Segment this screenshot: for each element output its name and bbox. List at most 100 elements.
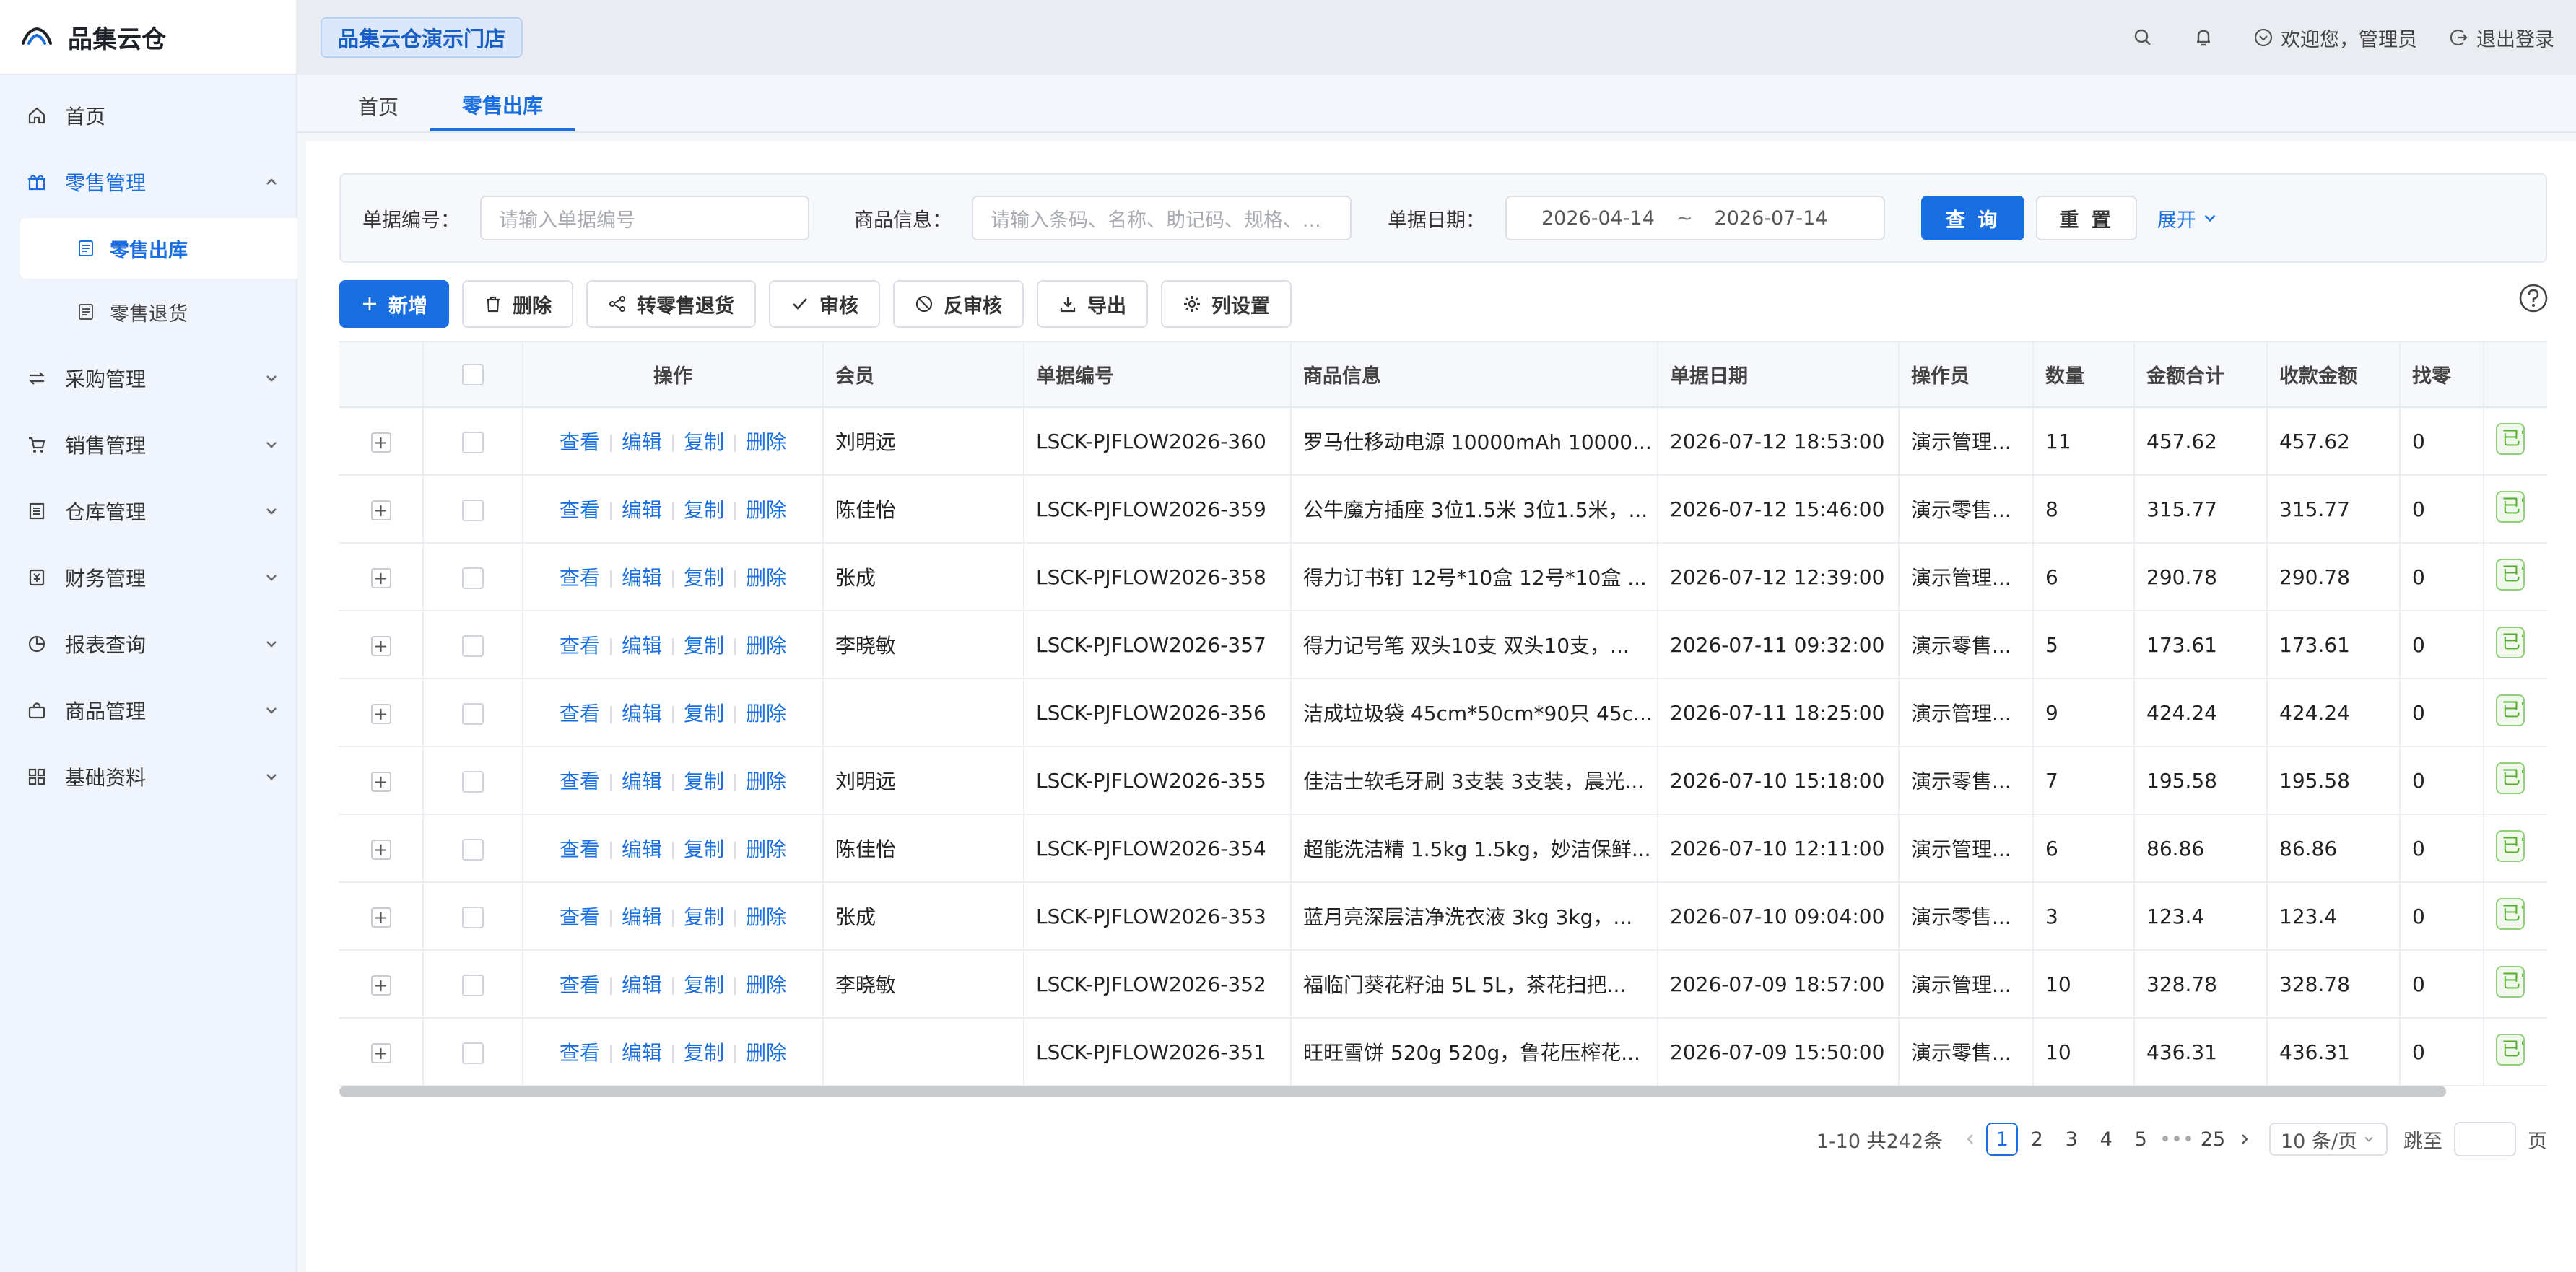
- search-button[interactable]: [2132, 27, 2161, 48]
- column-header[interactable]: 单据编号: [1024, 342, 1292, 408]
- sidebar-item-retail[interactable]: 零售管理: [0, 149, 296, 215]
- table-row[interactable]: + 查看 编辑 复制 删除 LSCK-PJFLOW2026-356 洁成垃圾袋 45cm*5…: [339, 679, 2547, 747]
- table-row[interactable]: + 查看 编辑 复制 删除 陈佳怡 LSCK-PJFLOW2026-354 超能洗洁精 1.5…: [339, 814, 2547, 883]
- export-button[interactable]: 导出: [1037, 280, 1148, 328]
- expand-row-button[interactable]: +: [370, 1042, 391, 1063]
- delete-link[interactable]: 删除: [746, 1041, 786, 1065]
- delete-link[interactable]: 删除: [746, 702, 786, 726]
- view-link[interactable]: 查看: [560, 905, 600, 929]
- column-header[interactable]: 会员: [823, 342, 1024, 408]
- add-button[interactable]: 新增: [339, 280, 449, 328]
- tab-retail-out[interactable]: 零售出库: [430, 81, 575, 131]
- user-menu[interactable]: 欢迎您，管理员: [2253, 24, 2417, 52]
- copy-link[interactable]: 复制: [684, 1041, 724, 1065]
- view-link[interactable]: 查看: [560, 498, 600, 522]
- query-button[interactable]: 查 询: [1921, 196, 2025, 240]
- sidebar-item-warehouse[interactable]: 仓库管理: [0, 478, 296, 544]
- edit-link[interactable]: 编辑: [622, 770, 662, 793]
- table-row[interactable]: + 查看 编辑 复制 删除 李晓敏 LSCK-PJFLOW2026-352 福临门葵花籽油 5…: [339, 950, 2547, 1019]
- page-number[interactable]: 3: [2055, 1123, 2087, 1156]
- copy-link[interactable]: 复制: [684, 430, 724, 454]
- edit-link[interactable]: 编辑: [622, 905, 662, 929]
- tab-home[interactable]: 首页: [326, 81, 430, 131]
- delete-link[interactable]: 删除: [746, 566, 786, 590]
- edit-link[interactable]: 编辑: [622, 430, 662, 454]
- delete-link[interactable]: 删除: [746, 973, 786, 997]
- page-ellipsis[interactable]: •••: [2159, 1123, 2194, 1156]
- delete-link[interactable]: 删除: [746, 905, 786, 929]
- doc-no-input[interactable]: 请输入单据编号: [480, 196, 809, 240]
- row-checkbox[interactable]: [462, 906, 484, 928]
- expand-row-button[interactable]: +: [370, 975, 391, 996]
- copy-link[interactable]: 复制: [684, 973, 724, 997]
- table-row[interactable]: + 查看 编辑 复制 删除 LSCK-PJFLOW2026-351 旺旺雪饼 520g 52…: [339, 1018, 2547, 1086]
- table-row[interactable]: + 查看 编辑 复制 删除 张成 LSCK-PJFLOW2026-353 蓝月亮深层洁净洗衣液…: [339, 882, 2547, 951]
- sidebar-item-finance[interactable]: 财务管理: [0, 544, 296, 611]
- delete-link[interactable]: 删除: [746, 837, 786, 861]
- column-header[interactable]: 找零: [2400, 342, 2484, 408]
- logo[interactable]: 品集云仓: [0, 0, 296, 75]
- delete-link[interactable]: 删除: [746, 634, 786, 658]
- convert-return-button[interactable]: 转零售退货: [586, 280, 756, 328]
- reset-button[interactable]: 重 置: [2036, 196, 2137, 240]
- horizontal-scrollbar[interactable]: [339, 1086, 2446, 1097]
- table-row[interactable]: + 查看 编辑 复制 删除 陈佳怡 LSCK-PJFLOW2026-359 公牛魔方插座 3位…: [339, 475, 2547, 544]
- help-icon[interactable]: [2518, 283, 2549, 313]
- row-checkbox[interactable]: [462, 431, 484, 453]
- row-checkbox[interactable]: [462, 770, 484, 793]
- table-row[interactable]: + 查看 编辑 复制 删除 张成 LSCK-PJFLOW2026-358 得力订书钉 12号*…: [339, 543, 2547, 611]
- delete-button[interactable]: 删除: [462, 280, 573, 328]
- copy-link[interactable]: 复制: [684, 702, 724, 726]
- view-link[interactable]: 查看: [560, 702, 600, 726]
- row-checkbox[interactable]: [462, 635, 484, 657]
- page-number[interactable]: 5: [2125, 1123, 2157, 1156]
- copy-link[interactable]: 复制: [684, 634, 724, 658]
- edit-link[interactable]: 编辑: [622, 702, 662, 726]
- row-checkbox[interactable]: [462, 1042, 484, 1064]
- sidebar-item-products[interactable]: 商品管理: [0, 677, 296, 744]
- page-number[interactable]: 25: [2197, 1123, 2229, 1156]
- expand-row-button[interactable]: +: [370, 500, 391, 520]
- sidebar-item-basic-data[interactable]: 基础资料: [0, 744, 296, 810]
- view-link[interactable]: 查看: [560, 973, 600, 997]
- view-link[interactable]: 查看: [560, 770, 600, 793]
- chevron-left-icon[interactable]: [1962, 1131, 1979, 1148]
- copy-link[interactable]: 复制: [684, 905, 724, 929]
- expand-row-button[interactable]: +: [370, 839, 391, 860]
- sidebar-item-retail-out[interactable]: 零售出库: [20, 218, 297, 279]
- view-link[interactable]: 查看: [560, 1041, 600, 1065]
- row-checkbox[interactable]: [462, 974, 484, 996]
- row-checkbox[interactable]: [462, 838, 484, 861]
- row-checkbox[interactable]: [462, 567, 484, 589]
- column-header[interactable]: 操作员: [1899, 342, 2034, 408]
- edit-link[interactable]: 编辑: [622, 973, 662, 997]
- sidebar-item-retail-return[interactable]: 零售退货: [20, 282, 297, 342]
- expand-row-button[interactable]: +: [370, 567, 391, 588]
- view-link[interactable]: 查看: [560, 566, 600, 590]
- column-header[interactable]: 单据日期: [1658, 342, 1900, 408]
- page-size-select[interactable]: 10 条/页: [2268, 1123, 2388, 1156]
- unaudit-button[interactable]: 反审核: [893, 280, 1024, 328]
- page-number[interactable]: 2: [2021, 1123, 2053, 1156]
- copy-link[interactable]: 复制: [684, 566, 724, 590]
- sidebar-item-sales[interactable]: 销售管理: [0, 411, 296, 478]
- product-input[interactable]: 请输入条码、名称、助记码、规格、...: [972, 196, 1352, 240]
- store-badge[interactable]: 品集云仓演示门店: [321, 17, 523, 58]
- sidebar-item-reports[interactable]: 报表查询: [0, 611, 296, 677]
- column-header[interactable]: 商品信息: [1291, 342, 1658, 408]
- expand-row-button[interactable]: +: [370, 432, 391, 453]
- edit-link[interactable]: 编辑: [622, 498, 662, 522]
- page-number[interactable]: 1: [1986, 1123, 2019, 1156]
- expand-filters-button[interactable]: 展开: [2157, 204, 2219, 232]
- expand-row-button[interactable]: +: [370, 635, 391, 656]
- column-header[interactable]: 金额合计: [2134, 342, 2268, 408]
- view-link[interactable]: 查看: [560, 837, 600, 861]
- column-header[interactable]: 收款金额: [2267, 342, 2401, 408]
- sidebar-item-home[interactable]: 首页: [0, 82, 296, 149]
- copy-link[interactable]: 复制: [684, 837, 724, 861]
- sidebar-item-purchase[interactable]: 采购管理: [0, 345, 296, 411]
- select-all-checkbox[interactable]: [462, 364, 484, 386]
- expand-row-button[interactable]: +: [370, 907, 391, 928]
- logout-button[interactable]: 退出登录: [2449, 24, 2554, 52]
- view-link[interactable]: 查看: [560, 634, 600, 658]
